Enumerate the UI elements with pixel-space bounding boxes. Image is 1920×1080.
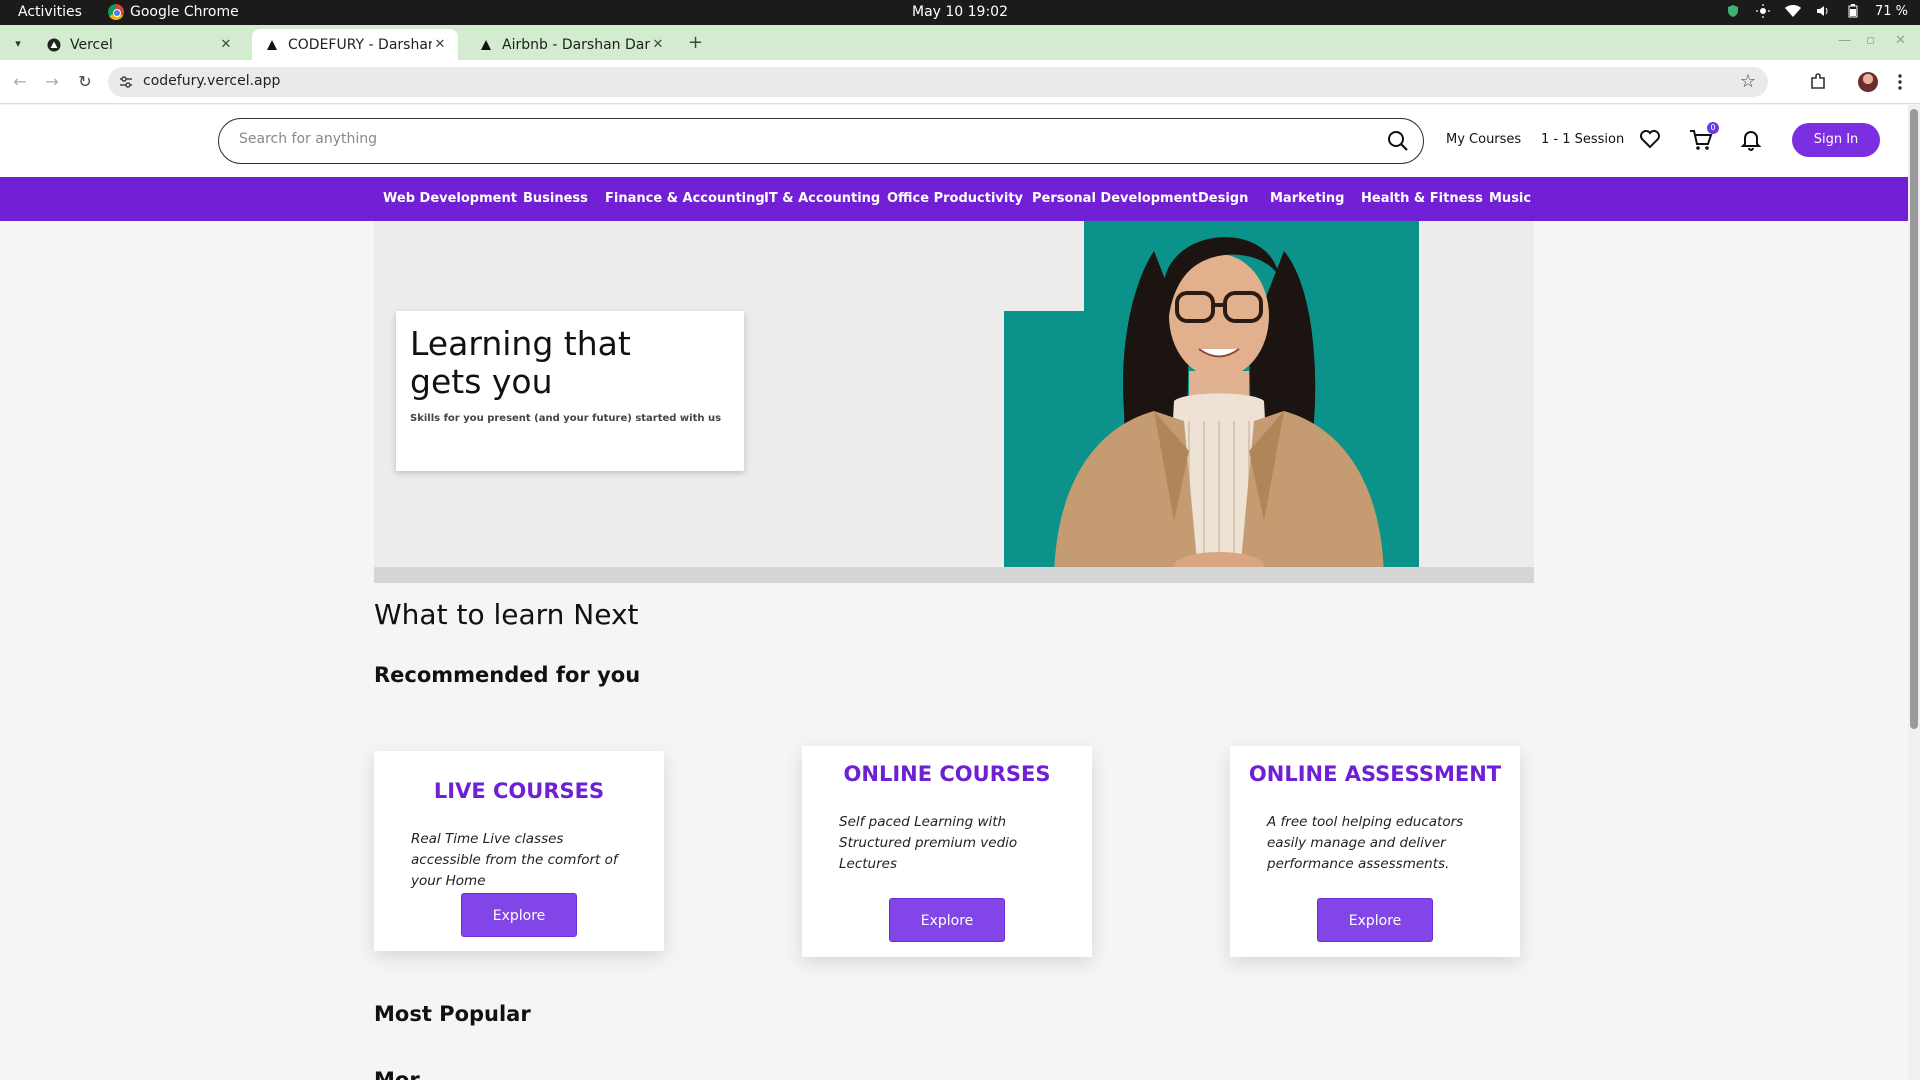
explore-button[interactable]: Explore	[461, 893, 577, 937]
profile-avatar[interactable]	[1858, 72, 1878, 92]
explore-button[interactable]: Explore	[1317, 898, 1433, 942]
tab-codefury[interactable]: CODEFURY - Darshan - S ✕	[252, 29, 458, 60]
explore-button[interactable]: Explore	[889, 898, 1005, 942]
clock[interactable]: May 10 19:02	[0, 4, 1920, 20]
card-title: LIVE COURSES	[433, 779, 605, 803]
session-link[interactable]: 1 - 1 Session	[1541, 132, 1624, 147]
scrollbar-thumb[interactable]	[1910, 109, 1918, 729]
battery-percent: 71 %	[1874, 3, 1908, 19]
card-title: ONLINE COURSES	[843, 762, 1051, 786]
tab-title: Vercel	[70, 36, 113, 53]
hero-banner: Learning that gets you Skills for you pr…	[374, 221, 1534, 583]
category-personal-development[interactable]: Personal Development	[1032, 191, 1198, 206]
system-tray[interactable]: 71 %	[1725, 3, 1908, 19]
hero-bottom-strip	[374, 567, 1534, 583]
wifi-icon	[1784, 3, 1801, 19]
card-title: ONLINE ASSESSMENT	[1248, 762, 1502, 786]
tab-strip: ▾ Vercel ✕ CODEFURY - Darshan - S ✕ Airb…	[0, 25, 1920, 60]
search-icon[interactable]	[1387, 130, 1409, 152]
category-health-fitness[interactable]: Health & Fitness	[1361, 191, 1483, 206]
most-popular-heading: Most Popular	[374, 1002, 531, 1026]
category-finance-accounting[interactable]: Finance & Accounting	[605, 191, 765, 206]
forward-button[interactable]: →	[41, 71, 63, 93]
card-online-courses: ONLINE COURSES Self paced Learning with …	[802, 746, 1092, 957]
what-to-learn-next-heading: What to learn Next	[374, 598, 639, 631]
wishlist-heart-icon[interactable]	[1638, 127, 1664, 153]
vercel-favicon-icon	[264, 37, 280, 53]
my-courses-link[interactable]: My Courses	[1446, 132, 1521, 147]
reload-button[interactable]: ↻	[74, 71, 96, 93]
sign-in-button[interactable]: Sign In	[1792, 123, 1880, 157]
tab-vercel[interactable]: Vercel ✕	[34, 29, 244, 60]
card-description: Self paced Learning with Structured prem…	[839, 814, 1018, 872]
url-text: codefury.vercel.app	[143, 73, 281, 89]
extensions-icon[interactable]	[1808, 72, 1828, 92]
notification-bell-icon[interactable]	[1739, 127, 1765, 153]
hero-title: Learning that gets you	[410, 324, 631, 401]
chrome-menu-icon[interactable]	[1890, 72, 1910, 92]
close-tab-icon[interactable]: ✕	[218, 37, 234, 53]
card-description: A free tool helping educators easily man…	[1267, 814, 1464, 872]
recommended-heading: Recommended for you	[374, 663, 641, 687]
close-tab-icon[interactable]: ✕	[432, 37, 448, 53]
bookmark-star-icon[interactable]: ☆	[1740, 71, 1756, 92]
browser-toolbar: ← → ↻ codefury.vercel.app ☆	[0, 60, 1920, 104]
site-settings-icon[interactable]	[118, 74, 134, 90]
category-office-productivity[interactable]: Office Productivity	[887, 191, 1023, 206]
close-tab-icon[interactable]: ✕	[650, 37, 666, 53]
category-it-accounting[interactable]: IT & Accounting	[764, 191, 880, 206]
card-live-courses: LIVE COURSES Real Time Live classes acce…	[374, 751, 664, 951]
next-section-heading: Mor	[374, 1068, 420, 1080]
category-nav: Web Development Business Finance & Accou…	[0, 177, 1908, 221]
search-input[interactable]	[239, 131, 1359, 147]
shield-icon	[1725, 3, 1741, 19]
new-tab-button[interactable]: +	[688, 32, 703, 53]
vercel-favicon-icon	[46, 37, 62, 53]
category-web-development[interactable]: Web Development	[383, 191, 517, 206]
page-scrollbar[interactable]	[1908, 105, 1920, 1080]
close-window-button[interactable]: ✕	[1895, 33, 1906, 48]
card-online-assessment: ONLINE ASSESSMENT A free tool helping ed…	[1230, 746, 1520, 957]
category-music[interactable]: Music	[1489, 191, 1531, 206]
tab-title: CODEFURY - Darshan - S	[288, 36, 432, 53]
category-design[interactable]: Design	[1198, 191, 1248, 206]
tab-title: Airbnb - Darshan Darshu	[502, 36, 650, 53]
back-button[interactable]: ←	[9, 71, 31, 93]
hero-subtitle: Skills for you present (and your future)…	[410, 413, 722, 424]
hero-person-image	[1054, 237, 1384, 583]
card-description: Real Time Live classes accessible from t…	[411, 831, 618, 889]
search-box[interactable]	[218, 118, 1424, 164]
maximize-button[interactable]: ▫	[1866, 33, 1875, 48]
category-marketing[interactable]: Marketing	[1270, 191, 1344, 206]
category-business[interactable]: Business	[523, 191, 588, 206]
volume-icon	[1815, 3, 1831, 19]
address-bar[interactable]: codefury.vercel.app ☆	[108, 67, 1768, 97]
brightness-icon	[1755, 3, 1771, 19]
vercel-favicon-icon	[478, 37, 494, 53]
hero-card: Learning that gets you Skills for you pr…	[396, 311, 744, 471]
os-top-bar: Activities Google Chrome May 10 19:02 71…	[0, 0, 1920, 25]
minimize-button[interactable]: —	[1838, 33, 1851, 48]
tab-airbnb[interactable]: Airbnb - Darshan Darshu ✕	[466, 29, 676, 60]
battery-icon	[1845, 3, 1861, 19]
cart-count-badge: 0	[1707, 122, 1719, 134]
site-header: My Courses 1 - 1 Session 0 Sign In	[0, 105, 1908, 177]
tab-search-button[interactable]: ▾	[8, 33, 28, 53]
